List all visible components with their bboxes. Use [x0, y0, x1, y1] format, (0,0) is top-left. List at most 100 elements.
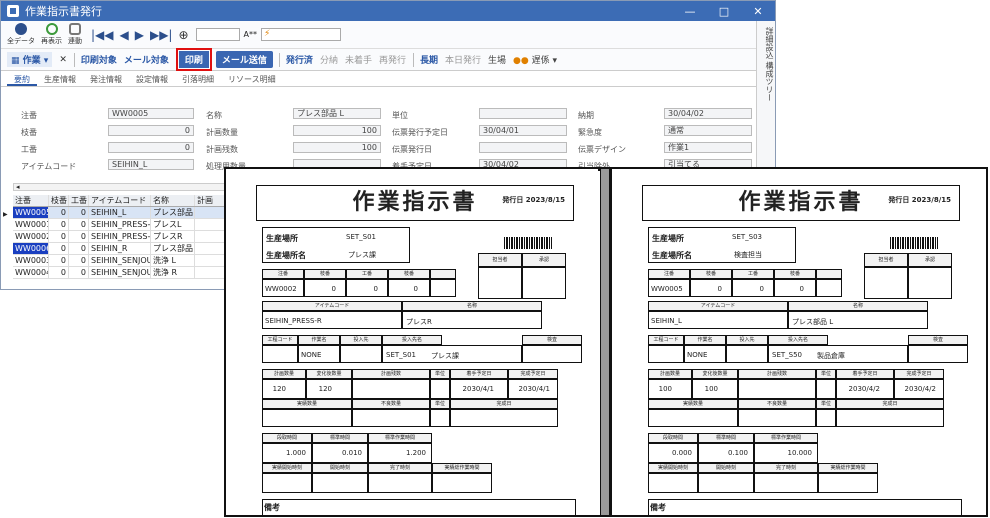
doc-table-cell [388, 279, 430, 297]
item-code-field[interactable]: SEIHIN_L [108, 159, 194, 170]
toolbar-top: 全データ 再表示 連動 |◀◀ ◀ ▶ ▶▶| ⊕ A** ⚡ [1, 21, 775, 49]
issue-plan-field[interactable]: 30/04/01 [479, 125, 567, 136]
split-filter-button[interactable]: 分納 [320, 53, 338, 66]
doc-value-branch: 0 [331, 285, 336, 293]
doc-table-cell: 完了時刻 [754, 463, 818, 473]
separator [73, 52, 75, 67]
tab-withdrawal[interactable]: 引落明細 [175, 71, 221, 86]
separator [278, 52, 280, 67]
minimize-button[interactable]: — [673, 5, 707, 18]
doc-value-site: SET_S03 [732, 233, 762, 241]
branch-field[interactable]: 0 [108, 125, 194, 136]
urgency-field[interactable]: 通常 [664, 125, 752, 136]
grid-header-cell[interactable]: 工番 [69, 195, 89, 206]
production-site-filter-button[interactable]: 生場 [488, 53, 506, 66]
unit-field[interactable] [479, 108, 567, 119]
doc-table-cell: 単位 [430, 399, 450, 409]
long-term-filter-button[interactable]: 長期 [420, 53, 438, 66]
plan-remain-label: 計画残数 [206, 145, 238, 154]
doc-table-cell: 投入先 [340, 335, 382, 345]
doc-table-cell [836, 409, 944, 427]
doc-table-cell [732, 279, 774, 297]
work-menu-button[interactable]: ▦ 作業 ▾ [7, 52, 53, 67]
maximize-button[interactable]: □ [707, 5, 741, 18]
link-button[interactable]: 連動 [68, 23, 82, 46]
issued-filter-button[interactable]: 発行済 [286, 53, 313, 66]
doc-value-name: プレス部品 L [792, 318, 834, 326]
doc-value-process: 0 [759, 285, 764, 293]
doc-table-cell: 標準時間 [312, 433, 368, 443]
doc-value-end-plan: 2030/4/2 [904, 385, 936, 393]
grid-header-cell[interactable]: 計画 [195, 195, 225, 206]
doc-table-cell [430, 379, 450, 399]
doc-table-cell [430, 279, 456, 297]
doc-table-cell [690, 279, 732, 297]
doc-table-cell: 投入先名 [382, 335, 442, 345]
doc-table-cell: 注番 [648, 269, 690, 279]
doc-table-cell [430, 269, 456, 279]
tab-settings[interactable]: 設定情報 [129, 71, 175, 86]
redisplay-button[interactable]: 再表示 [41, 23, 62, 46]
grid-header-cell[interactable]: 名称 [151, 195, 195, 206]
doc-table-cell [738, 409, 816, 427]
all-data-button[interactable]: 全データ [7, 23, 35, 46]
doc-value-std: 0.010 [341, 449, 362, 457]
due-field[interactable]: 30/04/02 [664, 108, 752, 119]
doc-value-supplier: SET_S01 [386, 351, 416, 359]
doc-table-cell: 実績総作業時間 [818, 463, 878, 473]
document-title-text: 作業指示書 [352, 190, 478, 215]
tab-resource[interactable]: リソース明細 [221, 71, 283, 86]
today-issue-filter-button[interactable]: 本日発行 [445, 53, 481, 66]
doc-table-cell: 担当者 [478, 253, 522, 267]
first-record-icon[interactable]: |◀◀ [91, 28, 114, 42]
tab-order[interactable]: 発注情報 [83, 71, 129, 86]
grid-header-cell[interactable]: 注番 [13, 195, 49, 206]
doc-table-cell [648, 409, 738, 427]
mail-send-button[interactable]: メール送信 [215, 51, 273, 68]
plan-remain-field[interactable]: 100 [293, 142, 381, 153]
form-box [648, 499, 962, 517]
doc-table-cell: 実績開始時刻 [648, 463, 698, 473]
doc-value-process: 0 [373, 285, 378, 293]
doc-table-cell: 完成日 [450, 399, 558, 409]
doc-table-cell: 単位 [430, 369, 450, 379]
print-target-button[interactable]: 印刷対象 [81, 53, 117, 66]
search-input[interactable]: ⚡ [261, 28, 342, 41]
grid-header-cell[interactable]: アイテムコード [89, 195, 151, 206]
close-x-icon[interactable]: ✕ [59, 55, 67, 65]
issue-date-field[interactable] [479, 142, 567, 153]
close-button[interactable]: ✕ [741, 5, 775, 18]
doc-table-cell: 不良数量 [352, 399, 430, 409]
order-no-field[interactable]: WW0005 [108, 108, 194, 119]
doc-value-item-code: SEIHIN_PRESS-R [265, 317, 322, 325]
filter-combo[interactable] [195, 28, 240, 41]
binoculars-icon[interactable]: ⊕ [178, 28, 188, 42]
not-started-filter-button[interactable]: 未着手 [345, 53, 372, 66]
doc-table-cell: 工番 [732, 269, 774, 279]
reissue-filter-button[interactable]: 再発行 [379, 53, 406, 66]
last-record-icon[interactable]: ▶▶| [150, 28, 173, 42]
plan-qty-field[interactable]: 100 [293, 125, 381, 136]
tab-production[interactable]: 生産情報 [37, 71, 83, 86]
grid-header-cell[interactable]: 枝番 [49, 195, 69, 206]
tab-summary[interactable]: 要約 [7, 71, 37, 86]
doc-table-cell [352, 409, 430, 427]
mail-target-button[interactable]: メール対象 [124, 53, 169, 66]
design-field[interactable]: 作業1 [664, 142, 752, 153]
delay-menu-button[interactable]: ●● 遅係 ▾ [513, 53, 557, 66]
doc-value-rev-qty: 120 [318, 385, 332, 393]
print-button[interactable]: 印刷 [175, 48, 212, 71]
doc-table-cell: 完成予定日 [508, 369, 558, 379]
name-field[interactable]: プレス部品 L [293, 108, 381, 119]
unit-label: 単位 [392, 111, 408, 120]
doc-table-cell: 完成日 [836, 399, 944, 409]
prev-record-icon[interactable]: ◀ [120, 28, 129, 42]
doc-table-cell [698, 473, 754, 493]
next-record-icon[interactable]: ▶ [135, 28, 144, 42]
doc-value-branch: 0 [799, 285, 804, 293]
doc-table-cell: 計画数量 [262, 369, 306, 379]
process-field[interactable]: 0 [108, 142, 194, 153]
process-label: 工番 [21, 145, 37, 154]
design-label: 伝票デザイン [578, 145, 626, 154]
doc-table-cell: 単位 [816, 369, 836, 379]
